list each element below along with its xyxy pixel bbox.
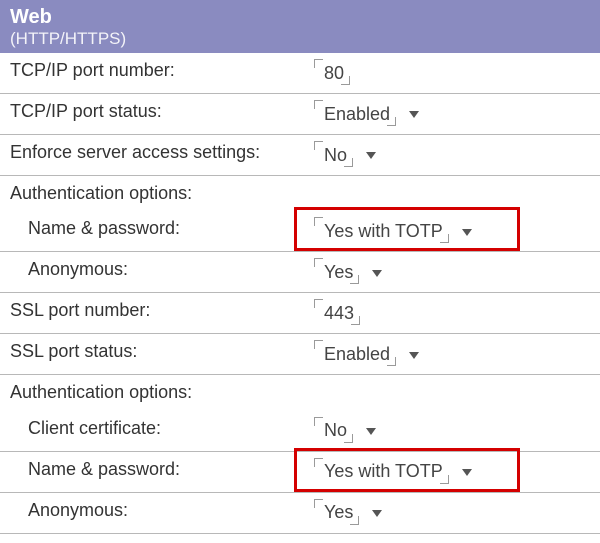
field-tcp-status[interactable]: Enabled <box>314 100 396 128</box>
label-enforce: Enforce server access settings: <box>0 135 304 176</box>
chevron-down-icon[interactable] <box>462 229 472 236</box>
label-tcp-status: TCP/IP port status: <box>0 94 304 135</box>
field-ssl-status[interactable]: Enabled <box>314 340 396 368</box>
field-ssl-port[interactable]: 443 <box>314 299 360 327</box>
label-tcp-port: TCP/IP port number: <box>0 53 304 94</box>
value-auth1-namepw: Yes with TOTP <box>324 221 443 242</box>
label-auth1-header: Authentication options: <box>0 176 600 212</box>
value-auth1-anon: Yes <box>324 262 353 283</box>
row-auth1-header: Authentication options: <box>0 176 600 212</box>
panel-subtitle: (HTTP/HTTPS) <box>10 29 590 49</box>
value-tcp-status: Enabled <box>324 104 390 125</box>
label-auth2-namepw: Name & password: <box>0 451 304 492</box>
row-auth2-anon: Anonymous: Yes <box>0 492 600 533</box>
panel-title: Web <box>10 6 590 29</box>
field-auth2-namepw[interactable]: Yes with TOTP <box>314 458 449 486</box>
value-auth2-namepw: Yes with TOTP <box>324 461 443 482</box>
label-ssl-port: SSL port number: <box>0 293 304 334</box>
row-auth1-anon: Anonymous: Yes <box>0 252 600 293</box>
label-auth1-namepw: Name & password: <box>0 211 304 252</box>
chevron-down-icon[interactable] <box>372 510 382 517</box>
chevron-down-icon[interactable] <box>409 352 419 359</box>
label-ssl-status: SSL port status: <box>0 334 304 375</box>
value-ssl-port: 443 <box>324 303 354 324</box>
field-auth1-namepw[interactable]: Yes with TOTP <box>314 217 449 245</box>
row-tcp-status: TCP/IP port status: Enabled <box>0 94 600 135</box>
field-auth2-cert[interactable]: No <box>314 417 353 445</box>
value-auth2-cert: No <box>324 420 347 441</box>
label-auth1-anon: Anonymous: <box>0 252 304 293</box>
row-tcp-port: TCP/IP port number: 80 <box>0 53 600 94</box>
value-auth2-anon: Yes <box>324 502 353 523</box>
field-tcp-port[interactable]: 80 <box>314 59 350 87</box>
label-auth2-cert: Client certificate: <box>0 411 304 452</box>
value-ssl-status: Enabled <box>324 344 390 365</box>
field-enforce[interactable]: No <box>314 141 353 169</box>
row-auth2-namepw: Name & password: Yes with TOTP <box>0 451 600 492</box>
settings-table: TCP/IP port number: 80 TCP/IP port statu… <box>0 53 600 534</box>
chevron-down-icon[interactable] <box>372 270 382 277</box>
value-tcp-port: 80 <box>324 63 344 84</box>
field-auth1-anon[interactable]: Yes <box>314 258 359 286</box>
field-auth2-anon[interactable]: Yes <box>314 499 359 527</box>
chevron-down-icon[interactable] <box>462 469 472 476</box>
chevron-down-icon[interactable] <box>366 428 376 435</box>
label-auth2-header: Authentication options: <box>0 375 600 411</box>
row-enforce: Enforce server access settings: No <box>0 135 600 176</box>
row-auth2-cert: Client certificate: No <box>0 411 600 452</box>
chevron-down-icon[interactable] <box>366 152 376 159</box>
row-ssl-port: SSL port number: 443 <box>0 293 600 334</box>
row-ssl-status: SSL port status: Enabled <box>0 334 600 375</box>
row-auth2-header: Authentication options: <box>0 375 600 411</box>
row-auth1-namepw: Name & password: Yes with TOTP <box>0 211 600 252</box>
label-auth2-anon: Anonymous: <box>0 492 304 533</box>
chevron-down-icon[interactable] <box>409 111 419 118</box>
panel-header: Web (HTTP/HTTPS) <box>0 0 600 53</box>
value-enforce: No <box>324 145 347 166</box>
